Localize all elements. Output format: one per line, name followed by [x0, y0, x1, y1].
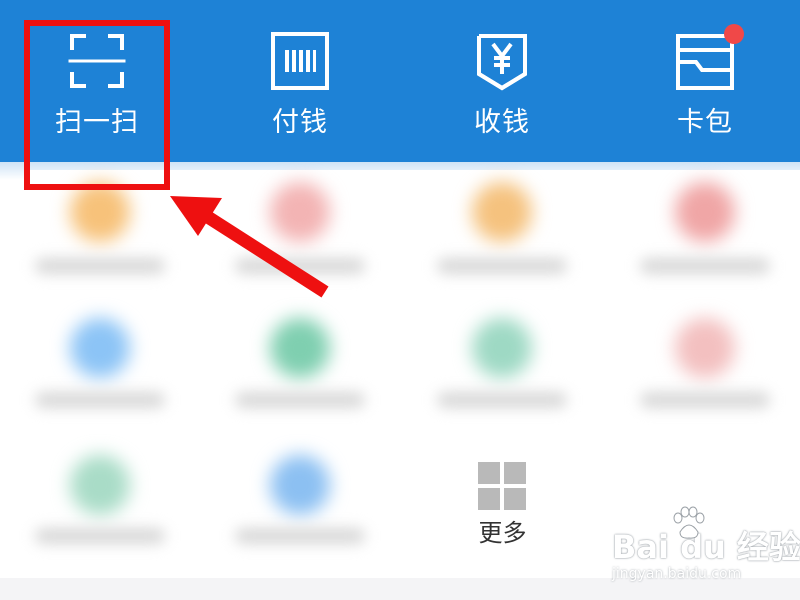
card-wallet-icon [674, 24, 744, 92]
blurred-service-label [35, 392, 165, 408]
blurred-service-icon [270, 455, 330, 515]
receive-label: 收钱 [474, 107, 530, 138]
blurred-service-icon [70, 455, 130, 515]
baidu-jingyan-watermark: Bai du 经验 jingyan.baidu.com [612, 506, 800, 592]
more-services-button[interactable]: 更多 [445, 440, 560, 565]
barcode-icon [269, 30, 331, 92]
blurred-service-label [640, 258, 770, 274]
paw-logo-icon [670, 506, 706, 542]
watermark-main-text: Bai du 经验 [612, 528, 800, 566]
receive-button[interactable]: 收钱 [447, 30, 557, 150]
pay-label: 付钱 [272, 107, 328, 138]
blurred-service-label [235, 392, 365, 408]
blurred-service-label [35, 258, 165, 274]
notification-dot [724, 24, 744, 44]
blurred-service-icon [472, 182, 532, 242]
blurred-service-label [437, 392, 567, 408]
blurred-service-icon [270, 318, 330, 378]
blurred-service-icon [70, 182, 130, 242]
blurred-service-icon [270, 182, 330, 242]
card-wallet-button[interactable]: 卡包 [650, 24, 760, 150]
pay-button[interactable]: 付钱 [245, 30, 355, 150]
blurred-service-label [437, 258, 567, 274]
yuan-receive-icon [471, 30, 533, 92]
blurred-service-label [640, 392, 770, 408]
blurred-service-icon [70, 318, 130, 378]
blurred-service-icon [675, 318, 735, 378]
card-wallet-label: 卡包 [677, 107, 733, 138]
grid-more-icon [478, 462, 526, 510]
blurred-service-icon [472, 318, 532, 378]
more-services-label: 更多 [478, 519, 527, 547]
blurred-service-label [235, 258, 365, 274]
annotation-highlight-box [24, 20, 170, 190]
blurred-service-label [35, 528, 165, 544]
blurred-service-label [235, 528, 365, 544]
watermark-url: jingyan.baidu.com [612, 566, 742, 582]
blurred-service-icon [675, 182, 735, 242]
